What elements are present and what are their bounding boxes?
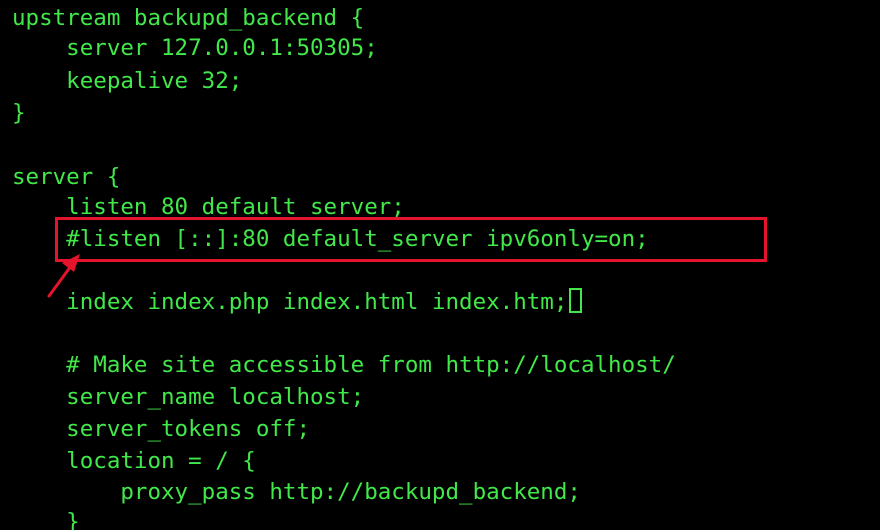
window-edge (880, 0, 885, 530)
terminal-window: upstream backupd_backend { server 127.0.… (0, 0, 885, 530)
annotation-arrow-icon (47, 254, 80, 298)
